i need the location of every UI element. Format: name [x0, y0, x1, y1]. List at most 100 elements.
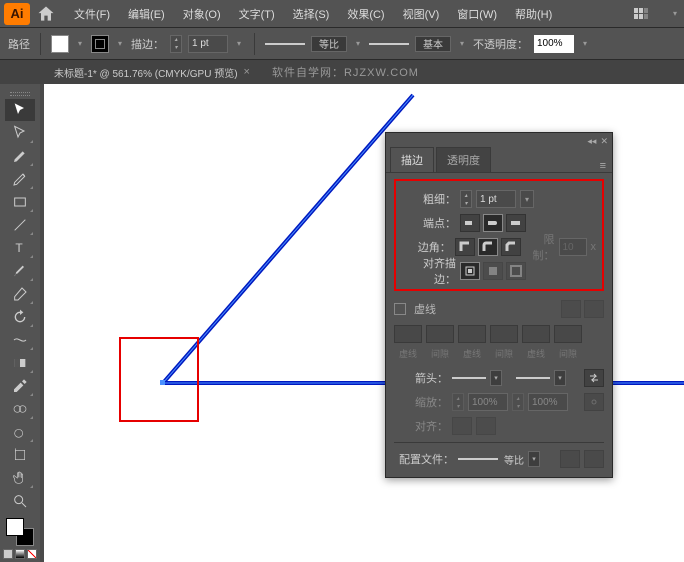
menu-view[interactable]: 视图(V) — [395, 2, 448, 26]
arrow-align-2-icon — [476, 417, 496, 435]
pen-tool[interactable] — [5, 145, 35, 167]
flip-v-icon — [584, 450, 604, 468]
fill-swatch[interactable] — [51, 35, 69, 53]
zoom-tool[interactable] — [5, 490, 35, 512]
align-outside-icon — [506, 262, 526, 280]
dash-h6: 间隙 — [554, 347, 582, 360]
dash-h2: 间隙 — [426, 347, 454, 360]
brush-preset-dd[interactable]: ▾ — [353, 39, 363, 49]
gradient-mode-icon[interactable] — [15, 549, 25, 559]
fill-dropdown[interactable]: ▾ — [75, 39, 85, 49]
opacity-input[interactable] — [534, 35, 574, 53]
document-tab-title: 未标题-1* @ 561.76% (CMYK/GPU 预览) — [54, 65, 238, 80]
gap-3 — [554, 325, 582, 343]
artboard-tool[interactable] — [5, 444, 35, 466]
close-tab-icon[interactable]: × — [244, 66, 250, 78]
profile-label: 配置文件： — [394, 451, 454, 467]
stroke-swatch[interactable] — [91, 35, 109, 53]
weight-label: 粗细： — [402, 191, 456, 207]
direct-selection-tool[interactable] — [5, 122, 35, 144]
menu-object[interactable]: 对象(O) — [175, 2, 229, 26]
document-tab[interactable]: 未标题-1* @ 561.76% (CMYK/GPU 预览) × — [44, 61, 260, 84]
shape-builder-tool[interactable] — [5, 421, 35, 443]
dash-h4: 间隙 — [490, 347, 518, 360]
home-icon[interactable] — [36, 4, 56, 24]
weight-spinner[interactable]: ▴▾ — [460, 190, 472, 208]
menu-effect[interactable]: 效果(C) — [339, 2, 392, 26]
width-tool[interactable] — [5, 329, 35, 351]
cap-square-icon[interactable] — [506, 214, 526, 232]
selection-tool[interactable] — [5, 99, 35, 121]
gradient-tool[interactable] — [5, 352, 35, 374]
workspace-switcher-icon[interactable] — [634, 8, 650, 20]
brush-preset[interactable]: 等比 — [311, 36, 347, 52]
none-mode-icon[interactable] — [27, 549, 37, 559]
join-round-icon[interactable] — [478, 238, 498, 256]
dashed-checkbox[interactable] — [394, 303, 406, 315]
arrow-start-dd[interactable]: ▾ — [490, 370, 502, 386]
align-center-icon[interactable] — [460, 262, 480, 280]
stroke-weight-input[interactable] — [188, 35, 228, 53]
panel-tab-stroke[interactable]: 描边 — [390, 147, 434, 172]
panel-collapse-icon[interactable]: ◂◂ — [587, 136, 596, 147]
eyedropper-tool[interactable] — [5, 375, 35, 397]
flip-h-icon — [560, 450, 580, 468]
workspace-dropdown[interactable]: ▾ — [670, 9, 680, 19]
scale1-spinner: ▴▾ — [452, 393, 464, 411]
menu-window[interactable]: 窗口(W) — [449, 2, 505, 26]
profile-dd[interactable]: ▾ — [528, 451, 540, 467]
limit-input — [559, 238, 587, 256]
type-tool[interactable]: T — [5, 237, 35, 259]
menu-help[interactable]: 帮助(H) — [507, 2, 560, 26]
arrow-end-preview — [516, 377, 550, 379]
color-mode-icon[interactable] — [3, 549, 13, 559]
blend-tool[interactable] — [5, 398, 35, 420]
cap-butt-icon[interactable] — [460, 214, 480, 232]
stroke-weight-dd[interactable]: ▾ — [234, 39, 244, 49]
join-miter-icon[interactable] — [455, 238, 475, 256]
eraser-tool[interactable] — [5, 283, 35, 305]
stroke-label: 描边： — [131, 36, 164, 52]
cap-round-icon[interactable] — [483, 214, 503, 232]
swap-arrows-icon[interactable] — [584, 369, 604, 387]
dash-align-icon — [584, 300, 604, 318]
stroke-dropdown[interactable]: ▾ — [115, 39, 125, 49]
join-label: 边角： — [402, 239, 451, 255]
style-preset-dd[interactable]: ▾ — [457, 39, 467, 49]
weight-dd[interactable]: ▾ — [520, 190, 534, 208]
brush-preview — [265, 43, 305, 45]
paintbrush-tool[interactable] — [5, 260, 35, 282]
menu-edit[interactable]: 编辑(E) — [120, 2, 173, 26]
arrow-label: 箭头： — [394, 370, 448, 386]
app-logo: Ai — [4, 3, 30, 25]
opacity-label: 不透明度： — [473, 36, 528, 52]
menu-file[interactable]: 文件(F) — [66, 2, 118, 26]
panel-close-icon[interactable]: ✕ — [600, 136, 608, 147]
profile-preset: 等比 — [504, 452, 524, 467]
weight-input[interactable] — [476, 190, 516, 208]
dash-h3: 虚线 — [458, 347, 486, 360]
dash-preserve-icon — [561, 300, 581, 318]
arrow-end-dd[interactable]: ▾ — [554, 370, 566, 386]
toolbar-handle[interactable] — [4, 90, 36, 98]
panel-menu-icon[interactable]: ≡ — [600, 160, 606, 172]
cap-label: 端点： — [402, 215, 456, 231]
dash-2 — [458, 325, 486, 343]
style-preview — [369, 43, 409, 45]
opacity-dd[interactable]: ▾ — [580, 39, 590, 49]
panel-tab-opacity[interactable]: 透明度 — [436, 147, 491, 172]
fill-stroke-swatch[interactable] — [6, 518, 34, 546]
rotate-tool[interactable] — [5, 306, 35, 328]
menu-select[interactable]: 选择(S) — [285, 2, 338, 26]
menu-type[interactable]: 文字(T) — [231, 2, 283, 26]
align-inside-icon — [483, 262, 503, 280]
join-bevel-icon[interactable] — [501, 238, 521, 256]
align-stroke-label: 对齐描边： — [402, 255, 456, 287]
style-preset[interactable]: 基本 — [415, 36, 451, 52]
line-tool[interactable] — [5, 214, 35, 236]
curvature-tool[interactable] — [5, 168, 35, 190]
hand-tool[interactable] — [5, 467, 35, 489]
stroke-weight-spinner[interactable]: ▴▾ — [170, 35, 182, 53]
rectangle-tool[interactable] — [5, 191, 35, 213]
dash-h5: 虚线 — [522, 347, 550, 360]
